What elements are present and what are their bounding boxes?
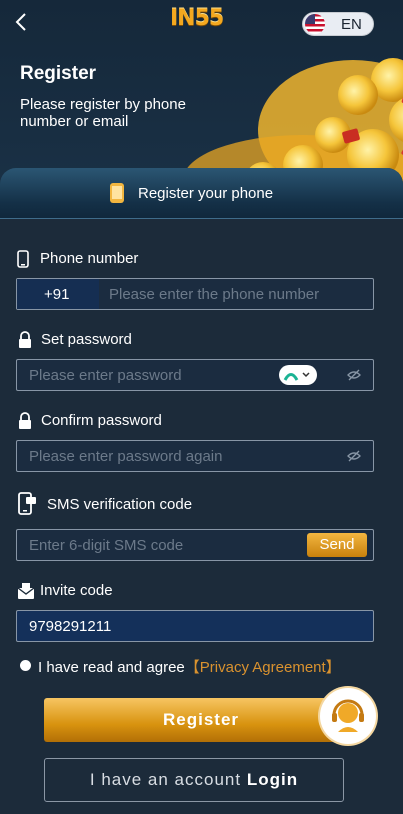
password-input[interactable]: Please enter password (16, 359, 374, 391)
confirm-password-placeholder: Please enter password again (29, 448, 223, 465)
login-label: Login (246, 770, 299, 789)
page-title: Register (20, 63, 97, 84)
phone-label: Phone number (40, 250, 139, 267)
register-button[interactable]: Register (44, 698, 358, 742)
send-sms-button[interactable]: Send (307, 533, 367, 557)
invite-icon (17, 583, 35, 599)
invite-code-value: 9798291211 (29, 618, 112, 635)
agree-checkbox[interactable] (20, 660, 31, 671)
phone-placeholder: Please enter the phone number (109, 286, 320, 303)
country-code-selector[interactable]: +91 (17, 279, 99, 309)
agree-text: I have read and agree (38, 659, 185, 676)
language-selector[interactable]: EN (302, 12, 374, 36)
tab-register-phone[interactable]: Register your phone (0, 168, 403, 219)
eye-off-icon[interactable] (347, 450, 361, 462)
password-placeholder: Please enter password (29, 367, 182, 384)
sms-label: SMS verification code (47, 496, 193, 513)
phone-input[interactable]: +91 Please enter the phone number (16, 278, 374, 310)
sms-icon (18, 492, 36, 515)
have-account-text: I have an account (89, 770, 247, 789)
country-code: +91 (44, 286, 70, 303)
language-code: EN (341, 16, 362, 33)
back-icon[interactable] (10, 10, 34, 34)
eye-off-icon[interactable] (347, 369, 361, 381)
privacy-agreement-link[interactable]: 【Privacy Agreement】 (185, 659, 341, 676)
lock-icon (19, 412, 31, 429)
confirm-password-label: Confirm password (41, 412, 162, 429)
mobile-icon (17, 250, 29, 268)
us-flag-icon (305, 14, 325, 34)
password-label: Set password (41, 331, 132, 348)
page-subtitle: Please register by phone number or email (20, 96, 186, 130)
confirm-password-input[interactable]: Please enter password again (16, 440, 374, 472)
password-manager-icon[interactable] (279, 365, 317, 385)
lock-icon (19, 331, 31, 348)
tab-label: Register your phone (138, 185, 274, 202)
login-button[interactable]: I have an account Login (44, 758, 344, 802)
invite-label: Invite code (40, 582, 113, 599)
support-agent-icon[interactable] (320, 688, 376, 744)
sms-placeholder: Enter 6-digit SMS code (29, 537, 184, 554)
phone-icon (110, 183, 124, 203)
invite-code-input[interactable]: 9798291211 (16, 610, 374, 642)
sms-code-input[interactable]: Enter 6-digit SMS code Send (16, 529, 374, 561)
brand-logo: IN55 (170, 6, 224, 31)
